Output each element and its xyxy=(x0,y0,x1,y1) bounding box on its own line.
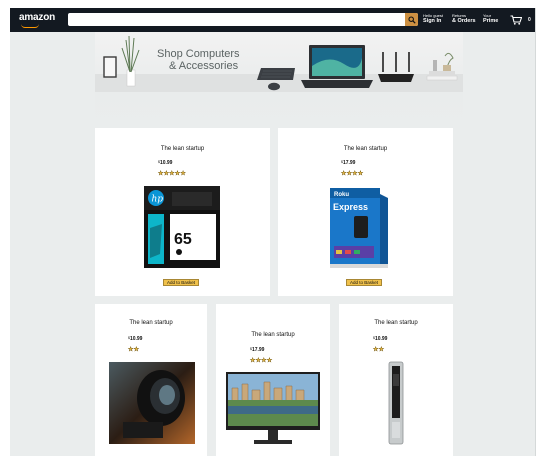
add-to-basket-button[interactable]: Add to Basket xyxy=(163,279,200,286)
product-price: $17.99 xyxy=(250,347,265,353)
keyboard-icon xyxy=(257,68,295,80)
product-price: $10.99 xyxy=(128,336,143,342)
hp-ink-cartridge-image[interactable]: hp 65 xyxy=(142,184,222,270)
product-price: $17.99 xyxy=(341,160,356,166)
product-title[interactable]: The lean startup xyxy=(95,146,270,152)
product-title[interactable]: The lean startup xyxy=(278,146,453,152)
product-card: The lean startup $10.99 ★★ xyxy=(95,304,207,456)
banner-heading: Shop Computers & Accessories xyxy=(157,48,240,72)
logo-smile-icon xyxy=(21,24,39,28)
product-card: The lean startup $17.99 ★★★★ Roku Expres… xyxy=(278,128,453,296)
basket-count: 0 xyxy=(528,17,531,23)
search-icon xyxy=(407,15,416,24)
svg-text:Roku: Roku xyxy=(334,192,349,198)
basket-icon[interactable] xyxy=(510,15,522,25)
svg-text:Express: Express xyxy=(333,202,368,212)
header-option-orders[interactable]: Returns & Orders xyxy=(452,13,476,25)
product-card: The lean startup $17.99 ★★★★ xyxy=(216,304,330,456)
header-option-prime[interactable]: Your Prime xyxy=(483,13,498,25)
product-rating: ★★★★ xyxy=(341,171,364,177)
product-rating: ★★★★ xyxy=(250,358,273,364)
hero-banner: Shop Computers & Accessories xyxy=(95,32,463,128)
product-rating: ★★ xyxy=(128,347,140,353)
search-bar xyxy=(68,13,418,26)
roku-express-image[interactable]: Roku Express xyxy=(326,184,406,270)
books-icon xyxy=(426,52,458,81)
product-price: $10.99 xyxy=(158,160,173,166)
mouse-icon xyxy=(268,82,280,91)
header-option-signin[interactable]: Hello guest Sign In xyxy=(423,13,443,25)
product-rating: ★★★★★ xyxy=(158,171,186,177)
router-icon xyxy=(378,52,414,82)
search-button[interactable] xyxy=(405,13,418,26)
camera-lens-image[interactable] xyxy=(109,362,195,444)
product-rating: ★★ xyxy=(373,347,385,353)
laptop-icon xyxy=(301,45,373,88)
product-price: $10.99 xyxy=(373,336,388,342)
search-input[interactable] xyxy=(68,13,404,26)
page-frame: amazon Hello guest Sign In Returns & Ord… xyxy=(10,8,536,456)
svg-text:hp: hp xyxy=(152,195,164,205)
product-title[interactable]: The lean startup xyxy=(216,332,330,338)
svg-text:65: 65 xyxy=(174,231,192,248)
product-title[interactable]: The lean startup xyxy=(339,320,453,326)
hp-monitor-image[interactable] xyxy=(224,370,322,446)
product-title[interactable]: The lean startup xyxy=(95,320,207,326)
amazon-logo[interactable]: amazon xyxy=(19,12,55,23)
product-card: The lean startup $10.99 ★★★★★ hp 65 Add … xyxy=(95,128,270,296)
photo-frame-icon xyxy=(103,56,117,78)
plant-icon xyxy=(121,36,140,87)
add-to-basket-button[interactable]: Add to Basket xyxy=(346,279,383,286)
ledger-usb-wallet-image[interactable] xyxy=(383,360,409,448)
product-card: The lean startup $10.99 ★★ xyxy=(339,304,453,456)
header: amazon Hello guest Sign In Returns & Ord… xyxy=(10,8,535,32)
